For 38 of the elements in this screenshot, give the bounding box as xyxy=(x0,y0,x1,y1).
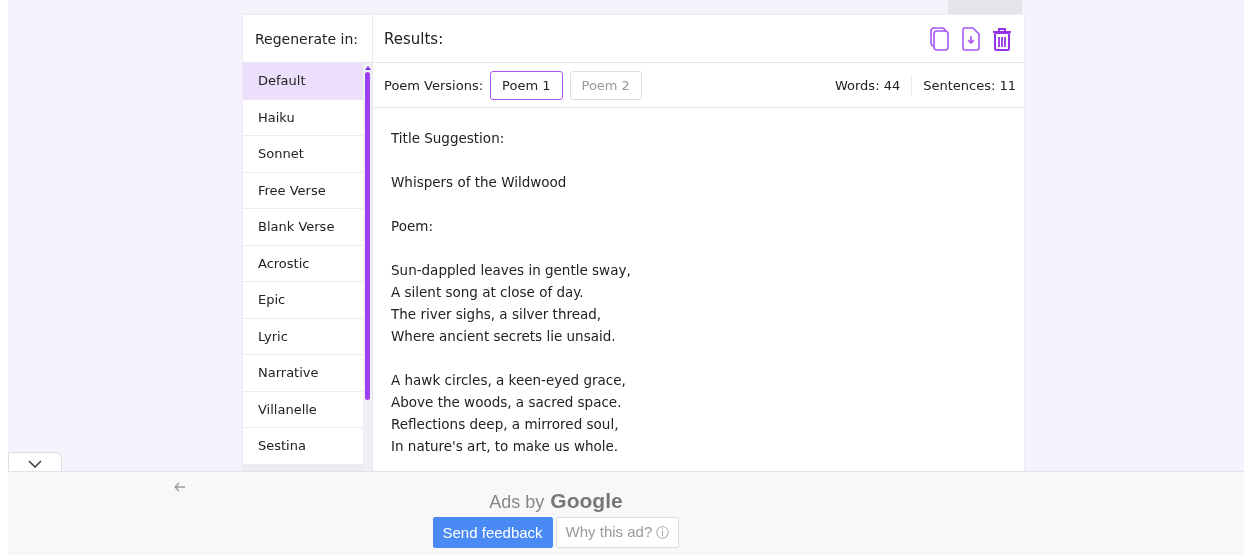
download-file-icon[interactable] xyxy=(962,26,980,51)
collapse-tab[interactable] xyxy=(8,452,62,471)
sidebar-item[interactable]: Haiku xyxy=(243,99,363,135)
google-wordmark: Google xyxy=(550,489,623,513)
trash-icon[interactable] xyxy=(992,26,1012,51)
poem-line: In nature's art, to make us whole. xyxy=(391,437,620,456)
scrollbar-thumb[interactable] xyxy=(365,72,370,400)
poem-line: Poem: xyxy=(391,217,434,236)
sidebar-title: Regenerate in: xyxy=(255,30,359,47)
sidebar-item[interactable]: Villanelle xyxy=(243,391,363,427)
sidebar-item[interactable]: Narrative xyxy=(243,355,363,391)
stat-label: Sentences: 11 xyxy=(911,74,1016,96)
poem-line: Sun-dappled leaves in gentle sway, xyxy=(391,261,632,280)
sidebar-item[interactable]: Blank Verse xyxy=(243,209,363,245)
back-arrow-icon[interactable] xyxy=(174,482,186,492)
poem-line: Whispers of the Wildwood xyxy=(391,173,568,192)
poem-line: A silent song at close of day. xyxy=(391,283,585,302)
versions-label: Poem Versions: xyxy=(384,77,484,93)
sidebar-item[interactable]: Free Verse xyxy=(243,172,363,208)
poem-line: A hawk circles, a keen-eyed grace, xyxy=(391,371,627,390)
sidebar-item[interactable]: Sonnet xyxy=(243,136,363,172)
poem-line: Reflections deep, a mirrored soul, xyxy=(391,415,620,434)
poem-line: Above the woods, a sacred space. xyxy=(391,393,623,412)
scroll-up-icon[interactable] xyxy=(364,66,371,70)
poem-line: Where ancient secrets lie unsaid. xyxy=(391,327,617,346)
results-title: Results: xyxy=(384,29,444,48)
chevron-down-icon xyxy=(28,460,42,468)
sidebar-item[interactable]: Default xyxy=(243,63,363,99)
sidebar-item[interactable]: Epic xyxy=(243,282,363,318)
sidebar-item[interactable]: Sestina xyxy=(243,428,363,464)
stat-label: Words: 44 xyxy=(833,76,902,95)
poem-line: Title Suggestion: xyxy=(391,129,506,148)
sidebar-item[interactable]: Lyric xyxy=(243,318,363,354)
ads-by-label: Ads by xyxy=(489,492,545,513)
poem-line: The river sighs, a silver thread, xyxy=(391,305,603,324)
poem-version-tab[interactable]: Poem 1 xyxy=(490,70,563,100)
sidebar-item[interactable]: Acrostic xyxy=(243,245,363,281)
copy-icon[interactable] xyxy=(930,26,950,51)
